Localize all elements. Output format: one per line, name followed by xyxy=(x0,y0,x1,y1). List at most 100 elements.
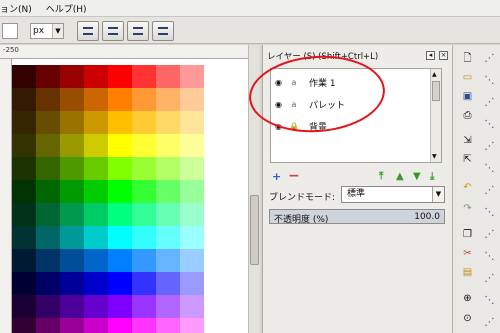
color-swatch[interactable] xyxy=(156,180,180,203)
remove-layer-icon[interactable]: − xyxy=(288,169,300,183)
color-swatch[interactable] xyxy=(84,318,108,333)
color-swatch[interactable] xyxy=(108,134,132,157)
scroll-down-icon[interactable]: ▼ xyxy=(432,153,437,160)
color-swatch[interactable] xyxy=(180,203,204,226)
color-swatch[interactable] xyxy=(132,203,156,226)
color-swatch[interactable] xyxy=(36,88,60,111)
snap-center-icon[interactable]: ⋰ xyxy=(483,141,496,153)
color-swatch[interactable] xyxy=(156,88,180,111)
redo-icon[interactable]: ↷ xyxy=(461,203,474,215)
color-swatch[interactable] xyxy=(180,272,204,295)
color-swatch[interactable] xyxy=(156,249,180,272)
color-swatch[interactable] xyxy=(108,203,132,226)
color-swatch[interactable] xyxy=(36,318,60,333)
color-swatch[interactable] xyxy=(180,88,204,111)
add-layer-icon[interactable]: + xyxy=(272,171,281,182)
color-swatch[interactable] xyxy=(60,203,84,226)
color-swatch[interactable] xyxy=(132,65,156,88)
color-swatch[interactable] xyxy=(60,318,84,333)
drawing-canvas[interactable] xyxy=(12,59,248,333)
scrollbar-thumb[interactable] xyxy=(432,81,440,101)
new-document-icon[interactable]: 🗋 xyxy=(461,53,474,65)
color-swatch[interactable] xyxy=(12,203,36,226)
color-swatch[interactable] xyxy=(108,180,132,203)
snap-page-icon[interactable]: ⋱ xyxy=(483,295,496,307)
snap-cusp-icon[interactable]: ⋱ xyxy=(483,207,496,219)
raise-layer-icon[interactable]: ▲ xyxy=(396,171,404,182)
align-top-button[interactable] xyxy=(77,21,99,41)
cut-icon[interactable]: ✂ xyxy=(461,248,474,260)
color-swatch[interactable] xyxy=(84,203,108,226)
color-swatch[interactable] xyxy=(60,272,84,295)
color-swatch[interactable] xyxy=(156,295,180,318)
snap-bbox-icon[interactable]: ⋰ xyxy=(483,97,496,109)
color-swatch[interactable] xyxy=(132,318,156,333)
color-swatch[interactable] xyxy=(36,111,60,134)
color-swatch[interactable] xyxy=(180,295,204,318)
color-swatch[interactable] xyxy=(84,295,108,318)
lower-button[interactable] xyxy=(152,21,174,41)
value-field[interactable] xyxy=(2,23,18,39)
color-swatch[interactable] xyxy=(84,249,108,272)
color-swatch[interactable] xyxy=(180,249,204,272)
color-swatch[interactable] xyxy=(12,111,36,134)
color-swatch[interactable] xyxy=(36,295,60,318)
color-swatch[interactable] xyxy=(180,318,204,333)
color-swatch[interactable] xyxy=(60,134,84,157)
snap-icon[interactable]: ⋰ xyxy=(483,53,496,65)
color-swatch[interactable] xyxy=(84,272,108,295)
color-swatch[interactable] xyxy=(84,88,108,111)
copy-icon[interactable]: ❐ xyxy=(461,229,474,241)
color-swatch[interactable] xyxy=(36,180,60,203)
close-icon[interactable]: × xyxy=(439,51,448,60)
triangle-down-icon[interactable]: ▼ xyxy=(52,24,63,38)
color-palette[interactable] xyxy=(12,65,212,333)
color-swatch[interactable] xyxy=(132,272,156,295)
color-swatch[interactable] xyxy=(84,180,108,203)
color-swatch[interactable] xyxy=(108,318,132,333)
color-swatch[interactable] xyxy=(12,65,36,88)
color-swatch[interactable] xyxy=(60,295,84,318)
color-swatch[interactable] xyxy=(84,157,108,180)
blend-mode-select[interactable]: 標準 ▼ xyxy=(341,186,445,203)
color-swatch[interactable] xyxy=(132,88,156,111)
zoom-in-icon[interactable]: ⊕ xyxy=(461,293,474,305)
align-bottom-button[interactable] xyxy=(102,21,124,41)
color-swatch[interactable] xyxy=(132,111,156,134)
color-swatch[interactable] xyxy=(36,272,60,295)
triangle-down-icon[interactable]: ▼ xyxy=(432,187,444,202)
panel-menu-icon[interactable]: ◂ xyxy=(426,51,435,60)
snap-smooth-icon[interactable]: ⋰ xyxy=(483,229,496,241)
color-swatch[interactable] xyxy=(132,295,156,318)
color-swatch[interactable] xyxy=(108,65,132,88)
snap-path-icon[interactable]: ⋱ xyxy=(483,163,496,175)
color-swatch[interactable] xyxy=(108,249,132,272)
color-swatch[interactable] xyxy=(60,226,84,249)
snap-guide-icon[interactable]: ⋱ xyxy=(483,251,496,263)
color-swatch[interactable] xyxy=(156,157,180,180)
color-swatch[interactable] xyxy=(36,65,60,88)
color-swatch[interactable] xyxy=(12,180,36,203)
snap-others-icon[interactable]: ⋰ xyxy=(483,317,496,329)
open-folder-icon[interactable]: ▭ xyxy=(461,72,474,84)
color-swatch[interactable] xyxy=(132,180,156,203)
color-swatch[interactable] xyxy=(60,157,84,180)
color-swatch[interactable] xyxy=(156,134,180,157)
color-swatch[interactable] xyxy=(84,226,108,249)
color-swatch[interactable] xyxy=(132,226,156,249)
color-swatch[interactable] xyxy=(132,249,156,272)
color-swatch[interactable] xyxy=(36,134,60,157)
color-swatch[interactable] xyxy=(156,111,180,134)
color-swatch[interactable] xyxy=(84,111,108,134)
lower-layer-icon[interactable]: ▼ xyxy=(413,171,421,182)
color-swatch[interactable] xyxy=(12,295,36,318)
color-swatch[interactable] xyxy=(12,272,36,295)
color-swatch[interactable] xyxy=(108,226,132,249)
color-swatch[interactable] xyxy=(156,272,180,295)
export-icon[interactable]: ⇱ xyxy=(461,154,474,166)
undo-icon[interactable]: ↶ xyxy=(461,182,474,194)
color-swatch[interactable] xyxy=(12,226,36,249)
print-icon[interactable]: ⎙ xyxy=(461,110,474,122)
color-swatch[interactable] xyxy=(60,249,84,272)
opacity-slider[interactable]: 不透明度 (%) 100.0 xyxy=(269,209,445,225)
